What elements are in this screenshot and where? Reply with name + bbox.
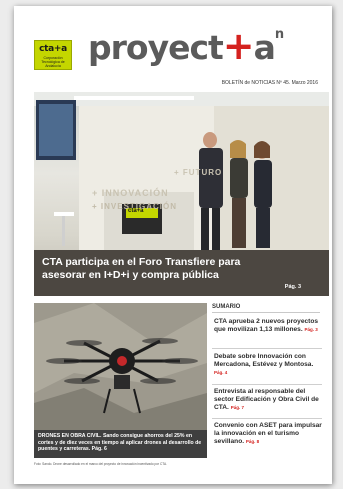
wall-text-futuro: + FUTURO (174, 168, 223, 177)
newsletter-page: cta+a Corporación Tecnológica de Andaluc… (14, 6, 332, 484)
booth-logo: cta+a (128, 208, 144, 214)
hero-photo: + INNOVACIÓN + FUTURO + INVESTIGACIÓN ct… (34, 92, 329, 296)
divider (212, 384, 322, 385)
sumario-item-page: Pág. 4 (214, 370, 228, 375)
drone-scene (34, 303, 207, 431)
hero-caption: CTA participa en el Foro Transfiere para… (34, 250, 329, 296)
hero-page-ref: Pág. 3 (284, 284, 301, 290)
brand-suffix: a (253, 28, 276, 67)
drone-photo (34, 303, 207, 431)
sumario-item[interactable]: Entrevista al responsable del sector Edi… (214, 388, 322, 412)
hero-headline: CTA participa en el Foro Transfiere para… (42, 256, 241, 281)
sumario-item[interactable]: CTA aprueba 2 nuevos proyectos que movil… (214, 318, 322, 334)
brand-superscript: n (274, 27, 284, 42)
drone-caption: DRONES EN OBRA CIVIL. Sando consigue aho… (34, 430, 207, 458)
brand-plus: + (222, 24, 255, 68)
sumario-item[interactable]: Debate sobre Innovación con Mercadona, E… (214, 353, 322, 377)
sumario-item-text: Entrevista al responsable del sector Edi… (214, 388, 319, 411)
sumario-item-text: CTA aprueba 2 nuevos proyectos que movil… (214, 318, 319, 333)
sumario-item-text: Convenio con ASET para impulsar la innov… (214, 422, 322, 445)
cta-logo: cta+a Corporación Tecnológica de Andaluc… (34, 40, 72, 70)
brand-prefix: proyect (88, 28, 224, 67)
photo-footnote: Foto: Sando. Drone desarrollado en el ma… (34, 462, 168, 466)
masthead-title: proyect+an (88, 24, 284, 68)
divider (212, 348, 322, 349)
logo-subtitle: Corporación Tecnológica de Andalucía (41, 56, 65, 68)
sumario-item-page: Pág. 3 (304, 327, 318, 332)
wall-text-innovacion: + INNOVACIÓN (92, 188, 169, 198)
person-speaker (199, 148, 223, 208)
sumario-item-page: Pág. 8 (245, 439, 260, 444)
sumario-heading: SUMARIO (212, 304, 320, 313)
sumario-item-text: Debate sobre Innovación con Mercadona, E… (214, 353, 314, 368)
divider (212, 418, 322, 419)
sumario-item-page: Pág. 7 (230, 405, 245, 410)
logo-text: cta+a (39, 44, 67, 54)
issue-line: BOLETÍN de NOTICIAS Nº 45. Marzo 2016 (221, 80, 318, 86)
sumario-item[interactable]: Convenio con ASET para impulsar la innov… (214, 422, 322, 446)
